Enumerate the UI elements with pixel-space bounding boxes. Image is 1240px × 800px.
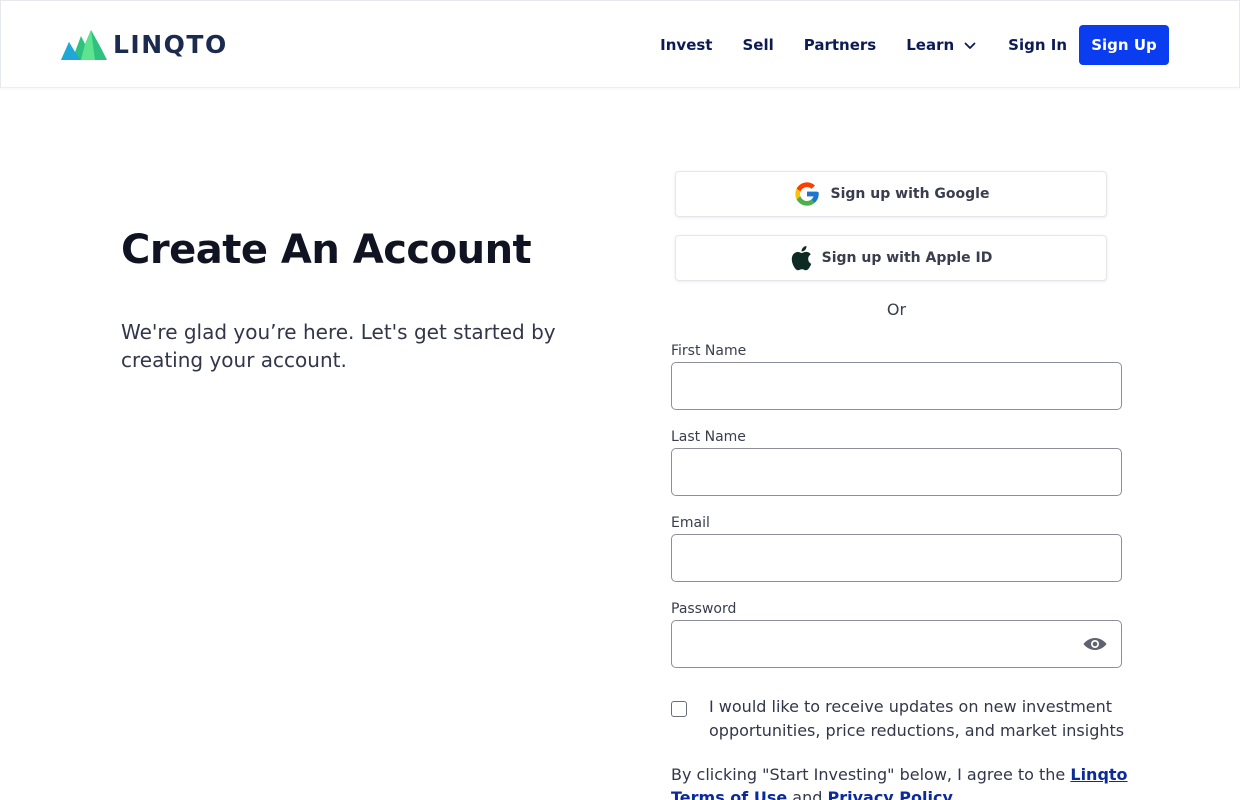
linqto-logo-icon xyxy=(61,30,107,60)
main-nav: Invest Sell Partners Learn Sign In Sign … xyxy=(660,25,1169,65)
top-header: LINQTO Invest Sell Partners Learn Sign I… xyxy=(0,0,1240,88)
page-title: Create An Account xyxy=(121,227,532,273)
privacy-policy-link[interactable]: Privacy Policy xyxy=(827,788,952,800)
agreement-text: By clicking "Start Investing" below, I a… xyxy=(671,763,1131,800)
chevron-down-icon xyxy=(964,36,976,54)
updates-checkbox-label: I would like to receive updates on new i… xyxy=(709,697,1125,740)
email-label: Email xyxy=(671,515,710,531)
nav-invest[interactable]: Invest xyxy=(660,36,712,54)
email-input[interactable] xyxy=(671,534,1122,582)
apple-signup-button[interactable]: Sign up with Apple ID xyxy=(675,235,1107,281)
eye-icon[interactable] xyxy=(1082,634,1108,659)
google-signup-button[interactable]: Sign up with Google xyxy=(675,171,1107,217)
updates-checkbox[interactable] xyxy=(671,701,687,717)
nav-sell[interactable]: Sell xyxy=(742,36,773,54)
or-divider: Or xyxy=(886,300,907,319)
first-name-label: First Name xyxy=(671,343,747,359)
nav-sign-in[interactable]: Sign In xyxy=(1008,36,1067,54)
linqto-logo[interactable]: LINQTO xyxy=(61,29,228,61)
page-subtitle: We're glad you’re here. Let's get starte… xyxy=(121,320,556,372)
last-name-label: Last Name xyxy=(671,429,746,445)
sign-up-button[interactable]: Sign Up xyxy=(1079,25,1169,65)
nav-learn-dropdown[interactable]: Learn xyxy=(906,36,976,54)
apple-icon xyxy=(790,244,812,272)
google-signup-label: Sign up with Google xyxy=(830,186,990,202)
logo-wordmark: LINQTO xyxy=(113,30,228,59)
agreement-and: and xyxy=(792,788,823,800)
apple-signup-label: Sign up with Apple ID xyxy=(821,250,993,266)
first-name-input[interactable] xyxy=(671,362,1122,410)
password-label: Password xyxy=(671,601,737,617)
nav-partners[interactable]: Partners xyxy=(804,36,876,54)
agreement-prefix: By clicking "Start Investing" below, I a… xyxy=(671,765,1066,784)
nav-learn-label: Learn xyxy=(906,36,955,54)
last-name-input[interactable] xyxy=(671,448,1122,496)
intro-section: Create An Account We're glad you’re here… xyxy=(121,226,621,374)
password-input[interactable] xyxy=(671,620,1122,668)
google-icon xyxy=(793,180,821,208)
agreement-suffix: . xyxy=(952,788,958,800)
